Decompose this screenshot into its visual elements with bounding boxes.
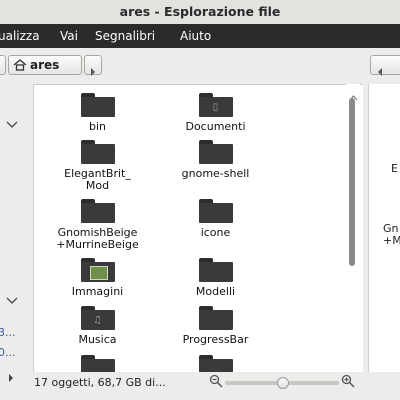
file-item[interactable]: ▯ Documenti	[168, 93, 263, 133]
file-item[interactable]: Immagini	[50, 258, 145, 298]
folder-icon	[198, 258, 233, 282]
folder-documents-icon: ▯	[198, 93, 233, 117]
file-item[interactable]: Modelli	[168, 258, 263, 298]
menu-help[interactable]: Aiuto	[180, 24, 211, 48]
right-pane-path-back-button[interactable]	[370, 55, 400, 76]
sidebar-item-device-1[interactable]: 3...	[0, 326, 16, 339]
zoom-slider[interactable]	[225, 377, 339, 389]
secondary-file-name-3: +M	[383, 234, 400, 247]
file-name: ElegantBrit_ Mod	[64, 167, 131, 192]
file-name: bin	[88, 120, 106, 133]
file-name: icone	[200, 226, 231, 239]
zoom-slider-handle[interactable]	[277, 377, 289, 389]
folder-icon	[80, 140, 115, 164]
file-item[interactable]: ElegantBrit_ Mod	[50, 140, 145, 192]
chevron-right-icon[interactable]	[8, 367, 14, 386]
chevron-down-icon[interactable]	[6, 290, 18, 309]
folder-icon	[198, 306, 233, 330]
folder-icon	[80, 93, 115, 117]
file-item[interactable]: icone	[168, 199, 263, 239]
folder-pictures-icon	[80, 258, 115, 282]
file-item[interactable]: ♫ Musica	[50, 306, 145, 346]
file-name: Documenti	[185, 120, 246, 133]
chevron-right-icon	[90, 61, 96, 80]
window-title: ares - Esplorazione file	[119, 4, 281, 19]
breadcrumb-ares[interactable]: ares	[8, 55, 82, 75]
folder-icon	[80, 199, 115, 223]
file-name: GnomishBeige +MurrineBeige	[56, 226, 139, 251]
folder-icon	[198, 199, 233, 223]
scrollbar-thumb[interactable]	[349, 98, 355, 266]
menu-bookmarks[interactable]: Segnalibri	[95, 24, 155, 48]
secondary-pane[interactable]: E Gn +M	[368, 84, 400, 372]
home-icon	[12, 57, 28, 77]
status-bar: 17 oggetti, 68,7 GB di...	[33, 372, 363, 400]
path-scroll-left-button[interactable]	[0, 55, 6, 75]
breadcrumb-label: ares	[30, 58, 60, 72]
status-text: 17 oggetti, 68,7 GB di...	[34, 376, 166, 389]
sidebar: 3... 0...	[0, 84, 32, 400]
zoom-in-icon[interactable]	[341, 373, 355, 392]
sidebar-item-device-2[interactable]: 0...	[0, 346, 16, 359]
file-name: gnome-shell	[181, 167, 250, 180]
menu-bar: ualizza Vai Segnalibri Aiuto	[0, 24, 400, 48]
menu-go[interactable]: Vai	[60, 24, 78, 48]
file-name: Modelli	[195, 285, 236, 298]
file-item[interactable]: GnomishBeige +MurrineBeige	[50, 199, 145, 251]
path-bar: ares	[0, 48, 400, 84]
file-name: ProgressBar	[182, 333, 249, 346]
zoom-out-icon[interactable]	[209, 373, 223, 392]
file-view[interactable]: bin ▯ Documenti ElegantBrit_ Mod gnome-s…	[33, 84, 363, 379]
file-item[interactable]: ProgressBar	[168, 306, 263, 346]
vertical-scrollbar[interactable]	[346, 84, 360, 378]
folder-icon	[198, 140, 233, 164]
file-name: Musica	[78, 333, 117, 346]
path-scroll-right-button[interactable]	[84, 55, 102, 76]
chevron-left-icon	[377, 61, 383, 80]
menu-view[interactable]: ualizza	[0, 24, 40, 48]
file-item[interactable]: bin	[50, 93, 145, 133]
file-name: Immagini	[71, 285, 124, 298]
secondary-file-name-1: E	[391, 162, 398, 175]
folder-music-icon: ♫	[80, 306, 115, 330]
file-item[interactable]: gnome-shell	[168, 140, 263, 180]
chevron-down-icon[interactable]	[6, 114, 18, 133]
